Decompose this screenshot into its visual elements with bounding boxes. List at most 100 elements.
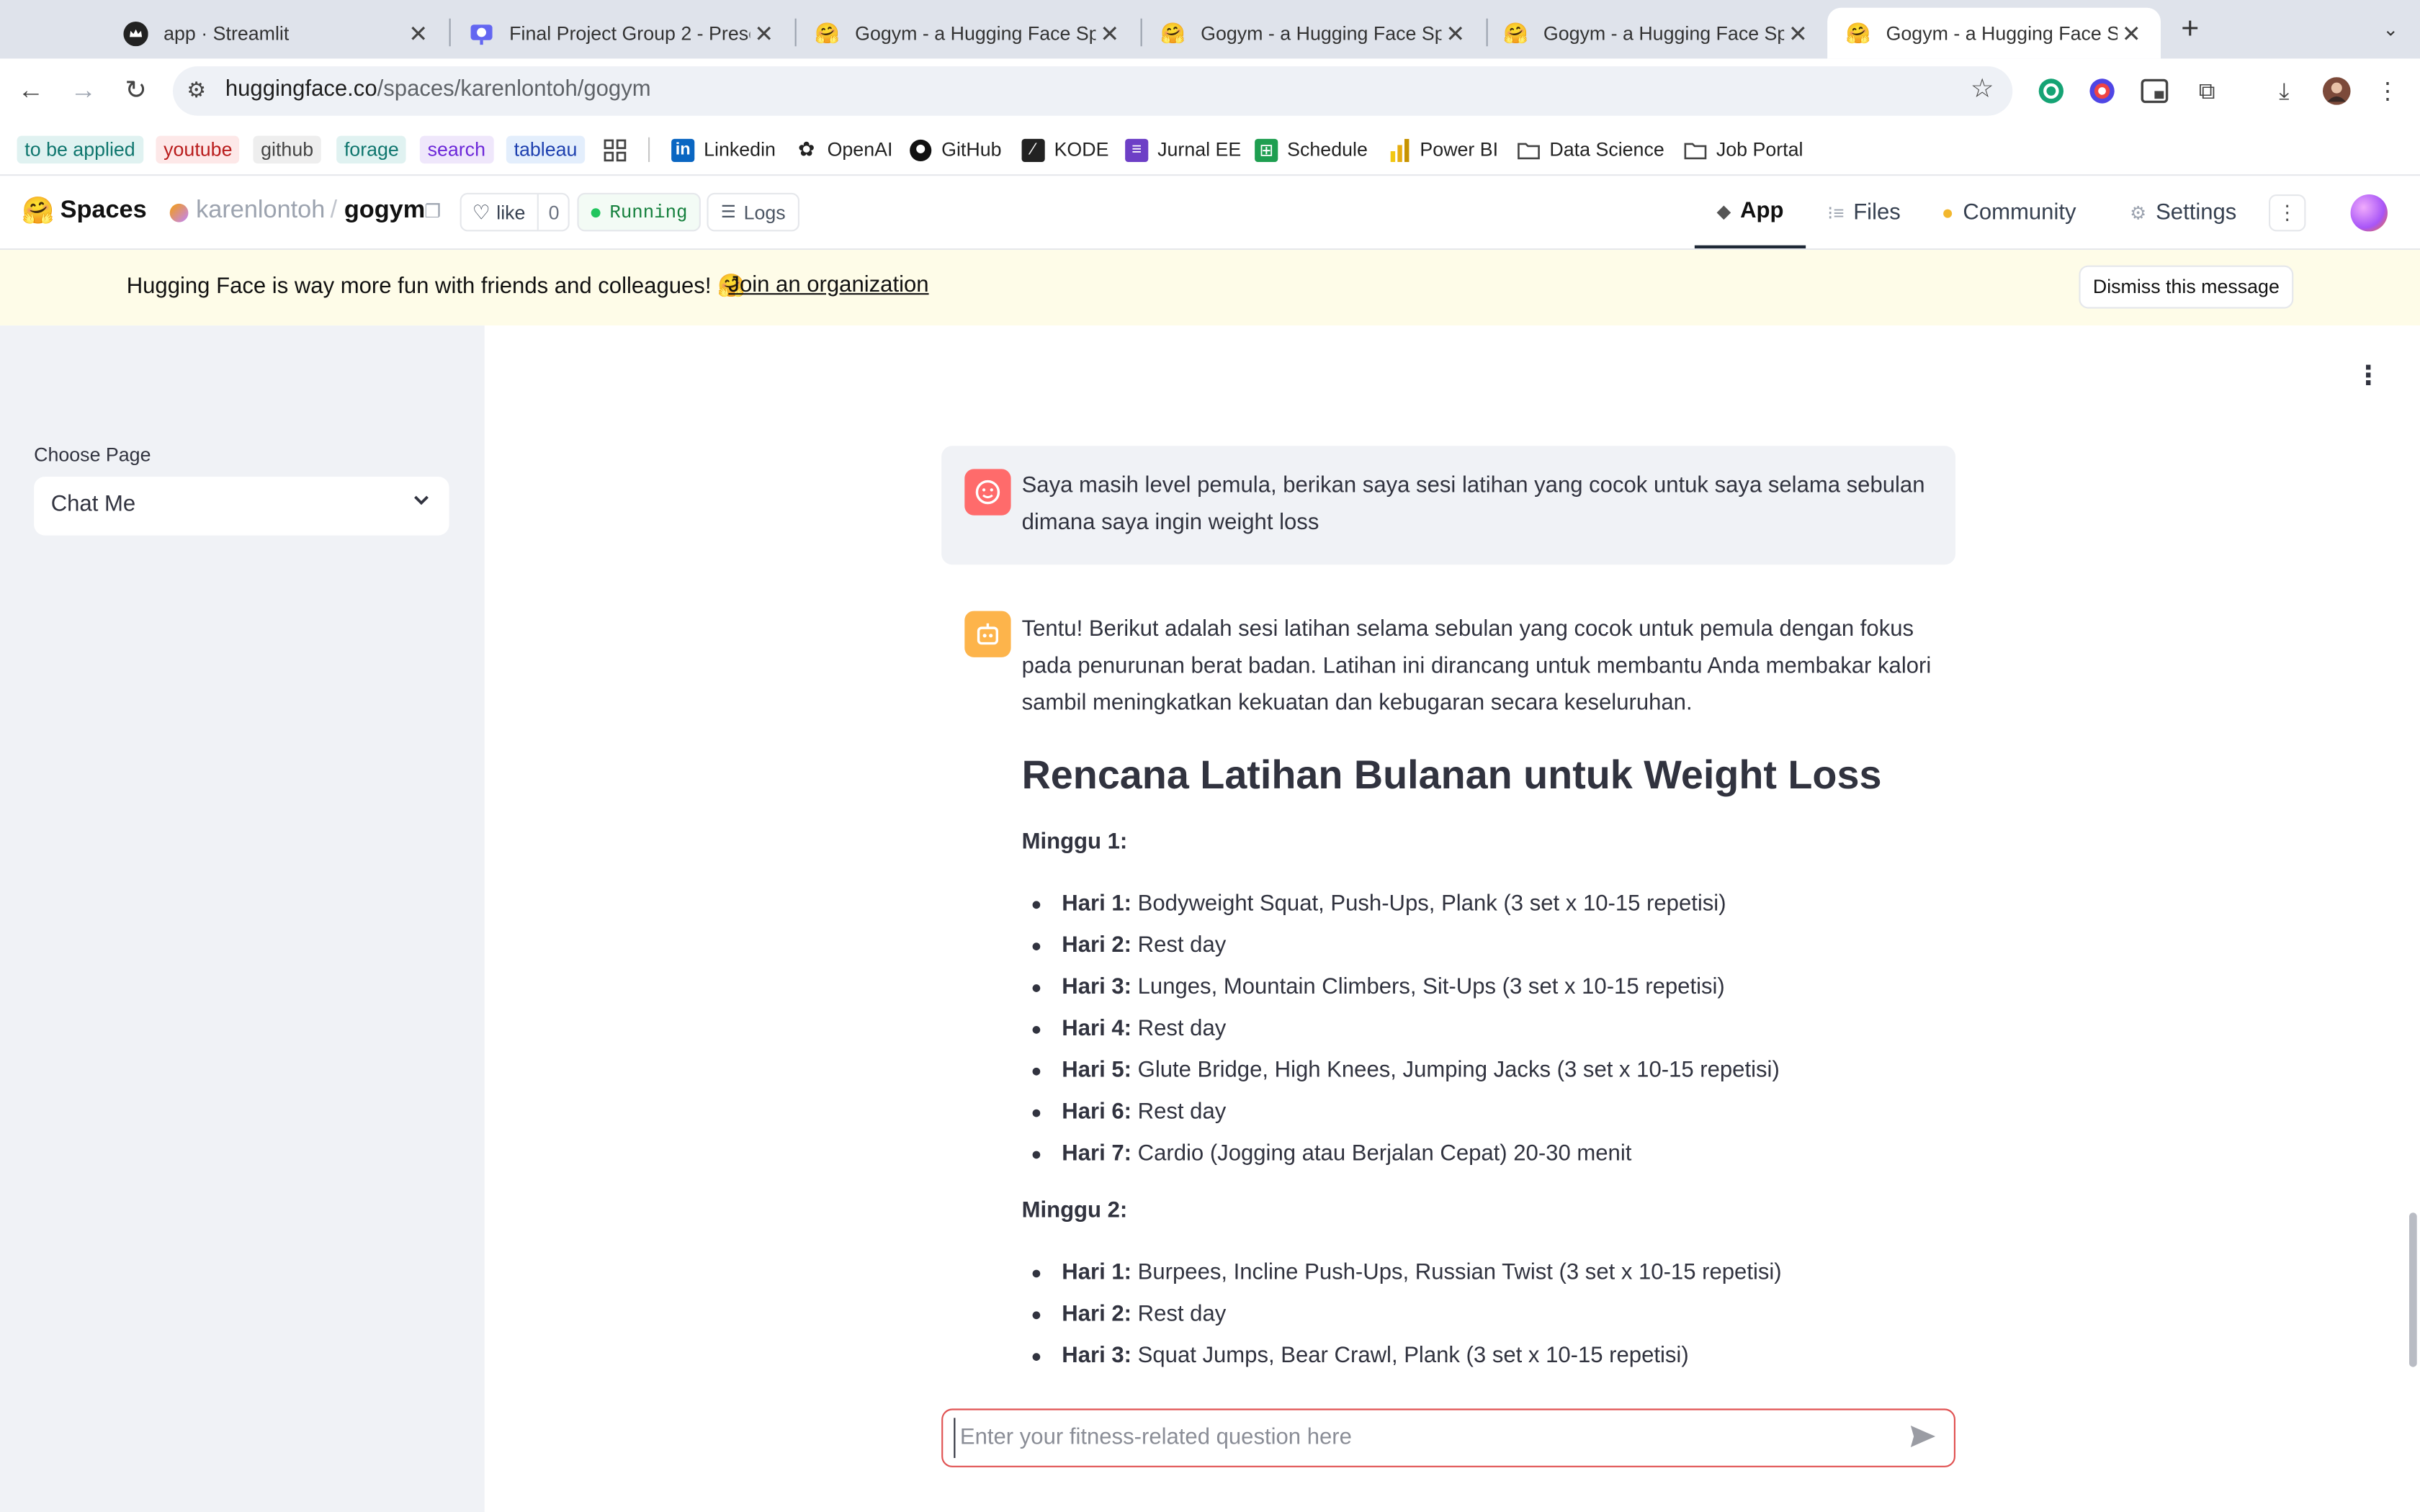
- download-icon[interactable]: ⤓: [2267, 74, 2301, 108]
- close-icon[interactable]: ✕: [2118, 19, 2146, 47]
- bookmark-chip[interactable]: tableau: [506, 135, 586, 164]
- address-bar[interactable]: ⚙ huggingface.co/spaces/karenlontoh/gogy…: [173, 66, 2013, 116]
- bookmark-linkedin[interactable]: in Linkedin: [671, 134, 776, 165]
- bookmark-schedule[interactable]: ⊞ Schedule: [1255, 134, 1368, 165]
- user-avatar[interactable]: [2350, 194, 2388, 232]
- tab-settings[interactable]: ⚙ Settings: [2130, 176, 2236, 248]
- owner-link[interactable]: karenlontoh: [196, 197, 325, 225]
- tab-files[interactable]: ⁝≡ Files: [1827, 176, 1901, 248]
- bookmark-chip[interactable]: github: [253, 135, 321, 164]
- path-separator: /: [330, 197, 338, 224]
- powerbi-icon: [1387, 138, 1410, 161]
- browser-tab[interactable]: Final Project Group 2 - Presen ✕: [451, 8, 794, 59]
- color-extension-icon[interactable]: [2085, 74, 2119, 108]
- browser-tab-active[interactable]: 🤗 Gogym - a Hugging Face Spa ✕: [1827, 7, 2161, 59]
- extensions-puzzle-icon[interactable]: ⧉: [2190, 74, 2224, 108]
- organization-banner: Hugging Face is way more fun with friend…: [0, 250, 2420, 326]
- bookmarks-divider: [648, 137, 650, 162]
- status-dot-icon: [591, 207, 601, 217]
- week-title: Minggu 1:: [1021, 829, 1128, 855]
- tab-title: Gogym - a Hugging Face Spa: [1886, 22, 2118, 45]
- hugging-face-icon: 🤗: [1502, 20, 1528, 45]
- forward-arrow-icon[interactable]: →: [65, 73, 102, 109]
- hugging-face-logo-icon[interactable]: 🤗: [22, 196, 54, 227]
- space-name-link[interactable]: gogym: [344, 197, 425, 225]
- list-item: Hari 2: Rest day: [1022, 1295, 1948, 1336]
- assistant-message-intro: Tentu! Berikut adalah sesi latihan selam…: [1021, 617, 1932, 716]
- browser-tab[interactable]: 🤗 Gogym - a Hugging Face Spa ✕: [1142, 8, 1485, 59]
- logs-button[interactable]: ☰ Logs: [707, 192, 799, 232]
- status-badge[interactable]: Running: [577, 192, 702, 232]
- tab-title: Final Project Group 2 - Presen: [509, 22, 750, 45]
- list-item: Hari 4: Rest day: [1022, 1009, 1948, 1050]
- assistant-avatar-icon: [964, 611, 1011, 657]
- selected-page: Chat Me: [50, 492, 136, 517]
- close-icon[interactable]: ✕: [750, 19, 778, 47]
- chat-input[interactable]: [954, 1418, 1880, 1458]
- apps-grid-icon[interactable]: [604, 134, 627, 165]
- list-item: Hari 1: Burpees, Incline Push-Ups, Russi…: [1022, 1253, 1948, 1295]
- folder-icon: [1684, 138, 1707, 161]
- bookmark-folder-data-science[interactable]: Data Science: [1517, 134, 1664, 165]
- reload-icon[interactable]: ↻: [117, 73, 154, 109]
- bookmarks-bar: to be applied youtube github forage sear…: [0, 123, 2420, 176]
- new-tab-icon[interactable]: +: [2173, 12, 2207, 48]
- browser-tab[interactable]: 🤗 Gogym - a Hugging Face Spa ✕: [797, 8, 1139, 59]
- close-icon[interactable]: ✕: [1095, 19, 1124, 47]
- tab-community[interactable]: ● Community: [1942, 176, 2076, 248]
- chat-input-box[interactable]: [941, 1408, 1955, 1467]
- chevron-down-icon: [412, 490, 431, 513]
- week-day-list: Hari 1: Bodyweight Squat, Push-Ups, Plan…: [1022, 884, 1948, 1176]
- bookmark-power-bi[interactable]: Power BI: [1387, 134, 1498, 165]
- picture-in-picture-icon[interactable]: [2138, 74, 2172, 108]
- bookmark-chip[interactable]: youtube: [156, 135, 241, 164]
- more-options-icon[interactable]: ⋮: [2269, 194, 2306, 232]
- send-icon[interactable]: [1908, 1423, 1939, 1454]
- page-select[interactable]: Chat Me: [34, 477, 449, 536]
- tab-title: Gogym - a Hugging Face Spa: [855, 22, 1096, 45]
- browser-tab[interactable]: 🤗 Gogym - a Hugging Face Spa ✕: [1484, 8, 1827, 59]
- list-item: Hari 3: Lunges, Mountain Climbers, Sit-U…: [1022, 968, 1948, 1009]
- bookmark-chip[interactable]: search: [419, 135, 493, 164]
- browser-tab-strip: app · Streamlit ✕ Final Project Group 2 …: [0, 0, 2420, 59]
- grammarly-extension-icon[interactable]: [2034, 74, 2068, 108]
- slides-icon: [469, 21, 493, 45]
- bookmark-chip[interactable]: to be applied: [17, 135, 143, 164]
- site-settings-icon[interactable]: ⚙: [187, 77, 206, 103]
- browser-tab[interactable]: app · Streamlit ✕: [105, 8, 448, 59]
- profile-avatar[interactable]: [2320, 74, 2354, 108]
- close-icon[interactable]: ✕: [404, 19, 432, 47]
- join-organization-link[interactable]: Join an organization: [728, 273, 928, 297]
- like-button[interactable]: ♡ like 0: [460, 192, 570, 232]
- browser-menu-icon[interactable]: ⋮: [2370, 74, 2404, 108]
- scrollbar-thumb[interactable]: [2409, 1212, 2417, 1367]
- list-item: Hari 7: Cardio (Jogging atau Berjalan Ce…: [1022, 1134, 1948, 1176]
- heart-icon: ♡: [472, 199, 490, 223]
- files-icon: ⁝≡: [1827, 201, 1845, 223]
- dismiss-button[interactable]: Dismiss this message: [2079, 265, 2294, 309]
- hugging-face-icon: 🤗: [1160, 20, 1186, 45]
- app-menu-icon[interactable]: ⋮: [2355, 363, 2381, 389]
- close-icon[interactable]: ✕: [1441, 19, 1469, 47]
- tab-search-chevron-icon[interactable]: ⌄: [2374, 12, 2408, 46]
- bookmark-github[interactable]: GitHub: [909, 134, 1002, 165]
- folder-icon: [1517, 138, 1540, 161]
- bookmark-kode[interactable]: ⁄ KODE: [1021, 134, 1109, 165]
- like-count: 0: [537, 194, 569, 230]
- close-icon[interactable]: ✕: [1784, 19, 1812, 47]
- bookmark-openai[interactable]: ✿ OpenAI: [795, 134, 892, 165]
- back-arrow-icon[interactable]: ←: [12, 73, 49, 109]
- bookmark-jurnal-ee[interactable]: ≡ Jurnal EE: [1125, 134, 1241, 165]
- cube-icon: ◆: [1716, 199, 1731, 222]
- bookmark-chip[interactable]: forage: [336, 135, 407, 164]
- list-item: Hari 5: Glute Bridge, High Knees, Jumpin…: [1022, 1050, 1948, 1092]
- bookmark-folder-job-portal[interactable]: Job Portal: [1684, 134, 1803, 165]
- copy-icon[interactable]: ❐: [424, 201, 441, 222]
- week-title: Minggu 2:: [1021, 1199, 1128, 1224]
- linkedin-icon: in: [671, 138, 695, 161]
- app-sidebar: Choose Page Chat Me: [0, 325, 485, 1512]
- spaces-link[interactable]: Spaces: [60, 197, 147, 225]
- bookmark-star-icon[interactable]: ☆: [1971, 74, 1994, 105]
- tab-app[interactable]: ◆ App: [1694, 176, 1806, 248]
- community-icon: ●: [1941, 200, 1954, 224]
